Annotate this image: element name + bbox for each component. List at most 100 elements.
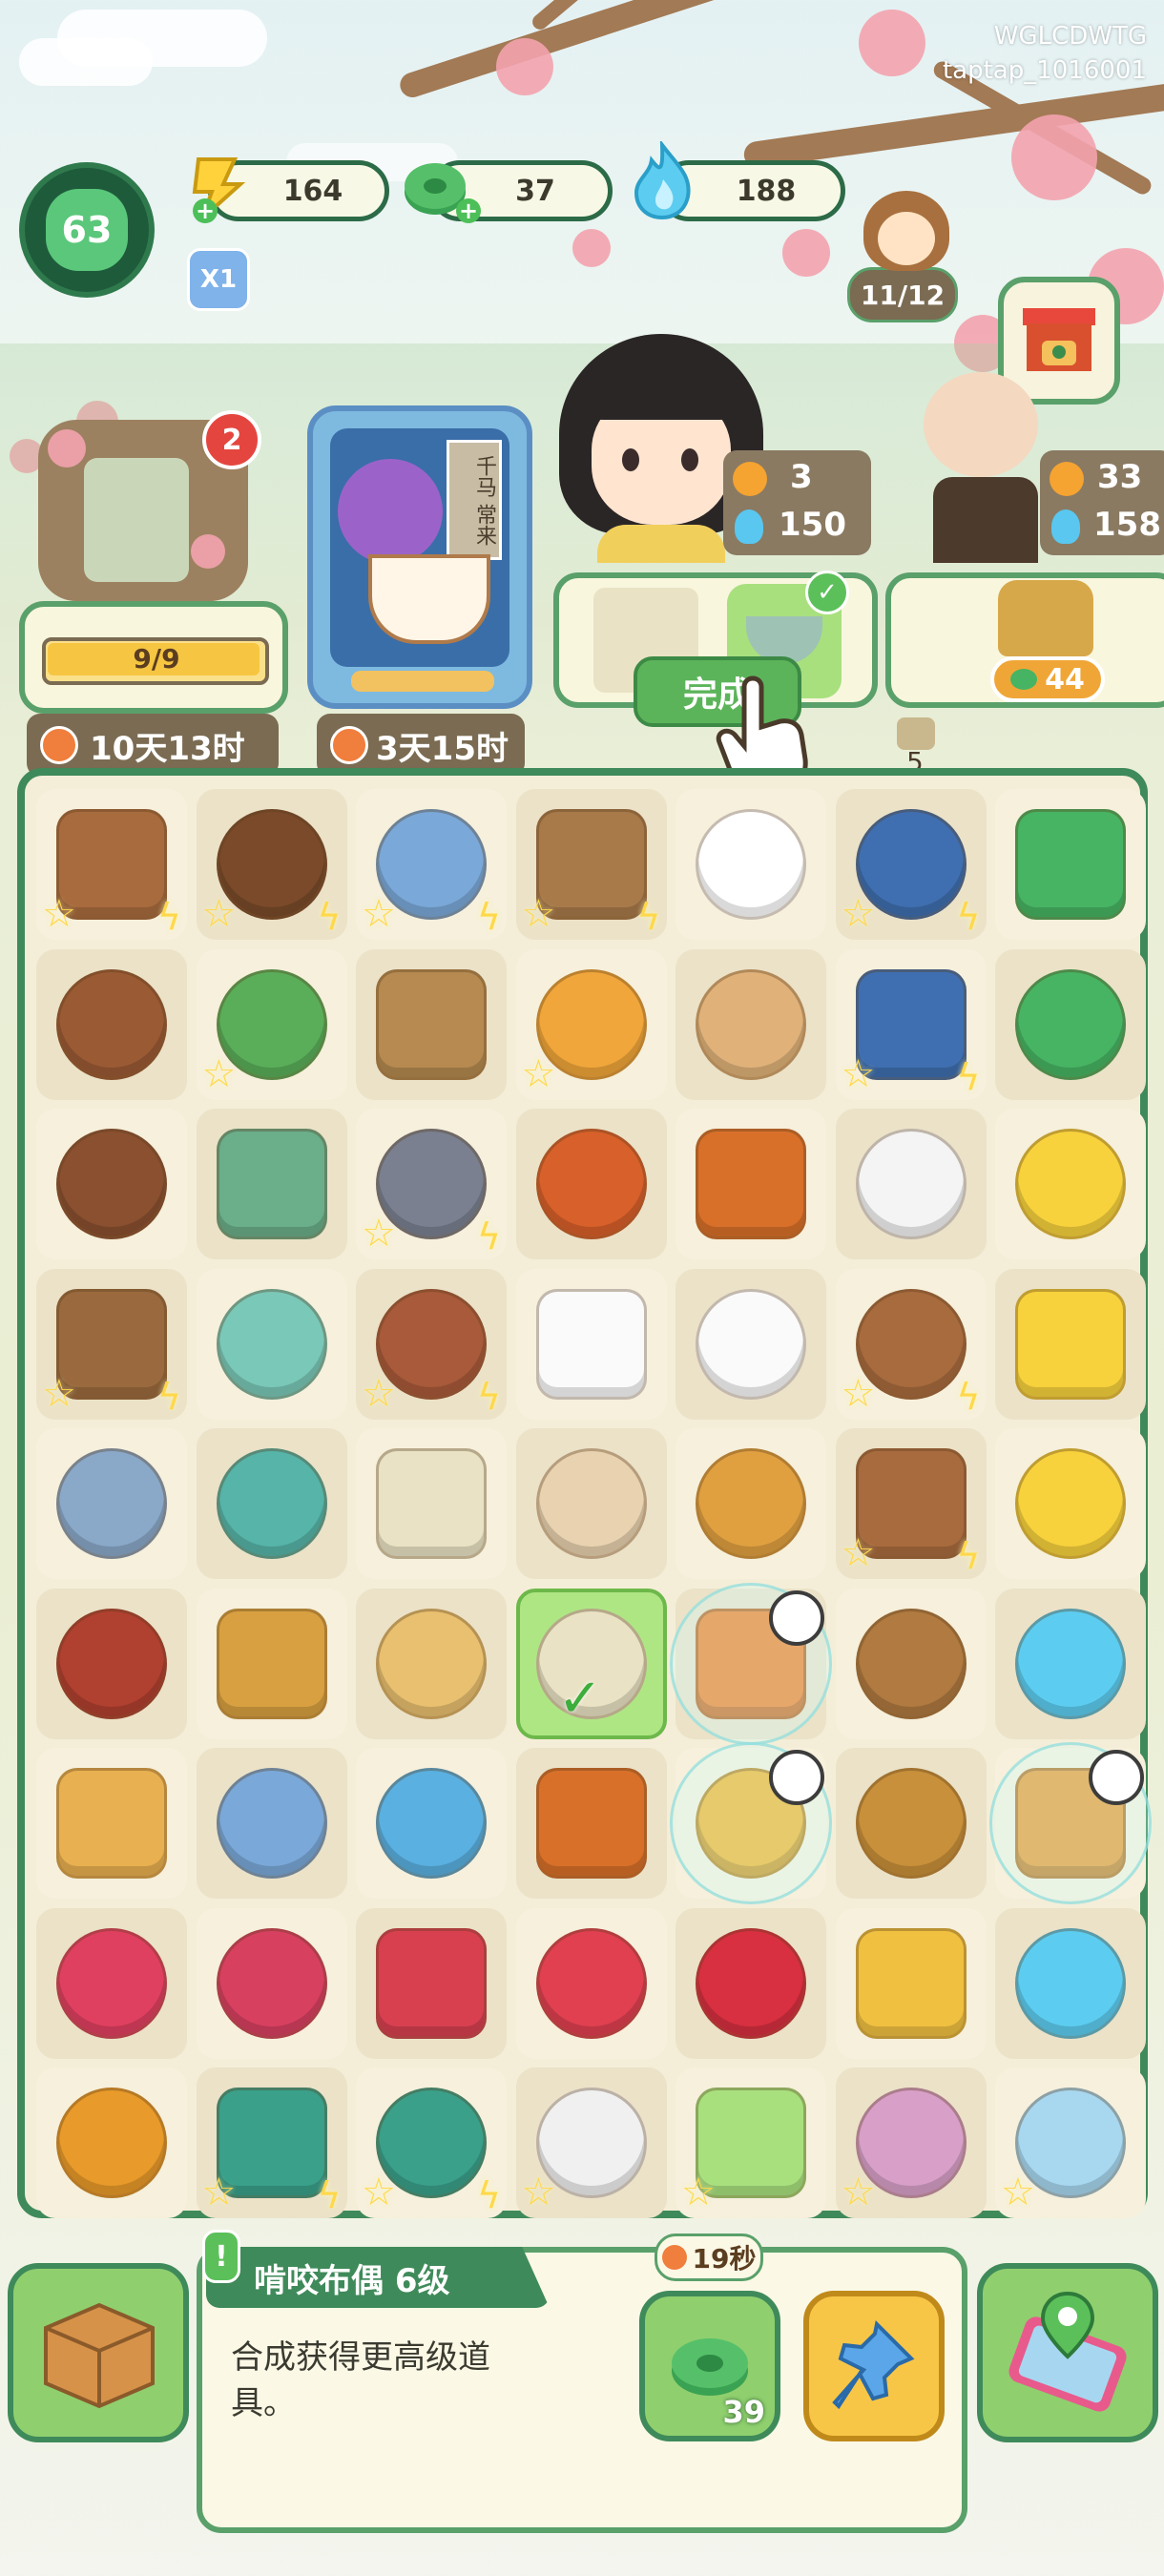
chair-icon	[56, 968, 167, 1080]
board-cell[interactable]	[989, 1742, 1152, 1904]
board-cell[interactable]: ☆ ϟ	[356, 1109, 507, 1259]
event-card[interactable]: 千马 常来	[307, 405, 532, 709]
board-cell[interactable]	[670, 1742, 832, 1904]
pin-button[interactable]	[803, 2291, 945, 2441]
scroll-icon	[376, 1448, 487, 1559]
board-cell[interactable]: ☆ ϟ	[835, 1428, 987, 1579]
board-cell[interactable]	[196, 1109, 347, 1259]
board-cell[interactable]: ☆ ϟ	[196, 789, 347, 940]
building-progress-card[interactable]: 9/9	[19, 601, 288, 714]
timer-icon	[769, 1589, 824, 1646]
star-icon: ☆	[362, 1212, 396, 1256]
board-cell[interactable]	[676, 948, 826, 1100]
board-cell[interactable]	[36, 2067, 187, 2218]
board-cell[interactable]: ☆ ϟ	[835, 1268, 987, 1420]
star-icon: ☆	[201, 892, 237, 936]
board-cell[interactable]	[995, 1907, 1146, 2059]
board-cell[interactable]: ☆ ϟ	[36, 789, 187, 940]
multiplier-button[interactable]: X1	[187, 248, 250, 311]
board-cell[interactable]	[995, 789, 1146, 940]
firework-icon	[56, 1608, 167, 1719]
board-cell[interactable]	[995, 1588, 1146, 1739]
clock-icon	[330, 726, 368, 764]
board-cell[interactable]	[835, 1907, 987, 2059]
board-cell[interactable]	[676, 1428, 826, 1579]
board-cell[interactable]	[676, 1109, 826, 1259]
board-cell[interactable]	[676, 1268, 826, 1420]
teacup-icon	[368, 554, 490, 644]
board-cell[interactable]	[196, 1588, 347, 1739]
blue-flames-icon	[1015, 1608, 1126, 1719]
board-cell[interactable]	[36, 1428, 187, 1579]
bolt-icon: ϟ	[156, 1375, 181, 1418]
board-cell[interactable]	[356, 1588, 507, 1739]
board-cell[interactable]	[36, 1748, 187, 1899]
board-cell[interactable]: ☆ ϟ	[356, 789, 507, 940]
clock-icon	[661, 2245, 687, 2270]
board-cell[interactable]	[36, 948, 187, 1100]
board-cell[interactable]: ☆	[676, 2067, 826, 2218]
board-cell[interactable]: ☆	[196, 948, 347, 1100]
star-icon: ☆	[362, 892, 396, 936]
board-cell[interactable]	[515, 1268, 667, 1420]
board-cell[interactable]	[356, 1428, 507, 1579]
item-description: 合成获得更高级道 具。	[231, 2335, 490, 2426]
player-level-badge[interactable]: 63	[19, 162, 155, 298]
board-cell[interactable]	[196, 1428, 347, 1579]
board-cell[interactable]	[515, 1428, 667, 1579]
add-jade-icon[interactable]: +	[456, 197, 481, 224]
star-icon: ☆	[841, 1531, 876, 1575]
board-cell[interactable]	[356, 1907, 507, 2059]
check-icon: ✓	[557, 1667, 603, 1730]
board-cell[interactable]	[196, 1748, 347, 1899]
board-cell[interactable]: ☆	[995, 2067, 1146, 2218]
npc-girl-portrait[interactable]	[863, 191, 949, 271]
jade-pair-icon	[1015, 968, 1126, 1080]
board-cell[interactable]	[196, 1907, 347, 2059]
board-cell[interactable]: ☆ ϟ	[196, 2067, 347, 2218]
star-icon: ☆	[362, 1371, 396, 1416]
board-cell[interactable]: ☆	[515, 948, 667, 1100]
board-cell[interactable]	[835, 1588, 987, 1739]
board-cell[interactable]	[36, 1907, 187, 2059]
board-cell[interactable]	[515, 1109, 667, 1259]
board-cell[interactable]	[676, 1907, 826, 2059]
board-cell[interactable]	[676, 789, 826, 940]
add-energy-icon[interactable]: +	[193, 197, 218, 224]
sell-button[interactable]: 39	[639, 2291, 780, 2441]
board-cell[interactable]	[670, 1582, 832, 1745]
star-icon: ☆	[1001, 2171, 1035, 2214]
board-cell[interactable]: ☆	[835, 2067, 987, 2218]
board-cell[interactable]	[995, 948, 1146, 1100]
board-cell[interactable]: ☆ ϟ	[835, 789, 987, 940]
board-cell[interactable]	[36, 1109, 187, 1259]
board-cell[interactable]	[515, 1748, 667, 1899]
board-cell[interactable]	[835, 1748, 987, 1899]
board-cell[interactable]	[196, 1268, 347, 1420]
customer2-panel: 33 158	[1040, 450, 1164, 555]
bolt-icon: ϟ	[476, 896, 501, 938]
map-button[interactable]	[977, 2263, 1158, 2442]
board-cell[interactable]	[835, 1109, 987, 1259]
board-cell[interactable]	[515, 1907, 667, 2059]
board-cell[interactable]: ☆ ϟ	[356, 2067, 507, 2218]
bowl-greens-icon	[216, 1129, 327, 1239]
board-cell[interactable]: ☆ ϟ	[36, 1268, 187, 1420]
board-cell[interactable]: ☆ ϟ	[515, 789, 667, 940]
board-cell[interactable]	[995, 1268, 1146, 1420]
customer-boy[interactable]	[924, 372, 1048, 563]
box-icon	[44, 2302, 155, 2409]
board-cell[interactable]: ☆	[515, 2067, 667, 2218]
board-cell[interactable]: ☆ ϟ	[356, 1268, 507, 1420]
board-cell[interactable]	[995, 1109, 1146, 1259]
storage-box-button[interactable]	[8, 2263, 189, 2442]
building-timer-text: 10天13时	[90, 729, 245, 768]
whistle-icon[interactable]	[897, 717, 935, 750]
board-cell[interactable]	[995, 1428, 1146, 1579]
board-cell[interactable]: ✓	[515, 1588, 667, 1739]
board-cell[interactable]: ☆ ϟ	[835, 948, 987, 1100]
board-cell[interactable]	[356, 1748, 507, 1899]
board-cell[interactable]	[356, 948, 507, 1100]
board-cell[interactable]	[36, 1588, 187, 1739]
order-card-2[interactable]: 44	[885, 572, 1164, 708]
